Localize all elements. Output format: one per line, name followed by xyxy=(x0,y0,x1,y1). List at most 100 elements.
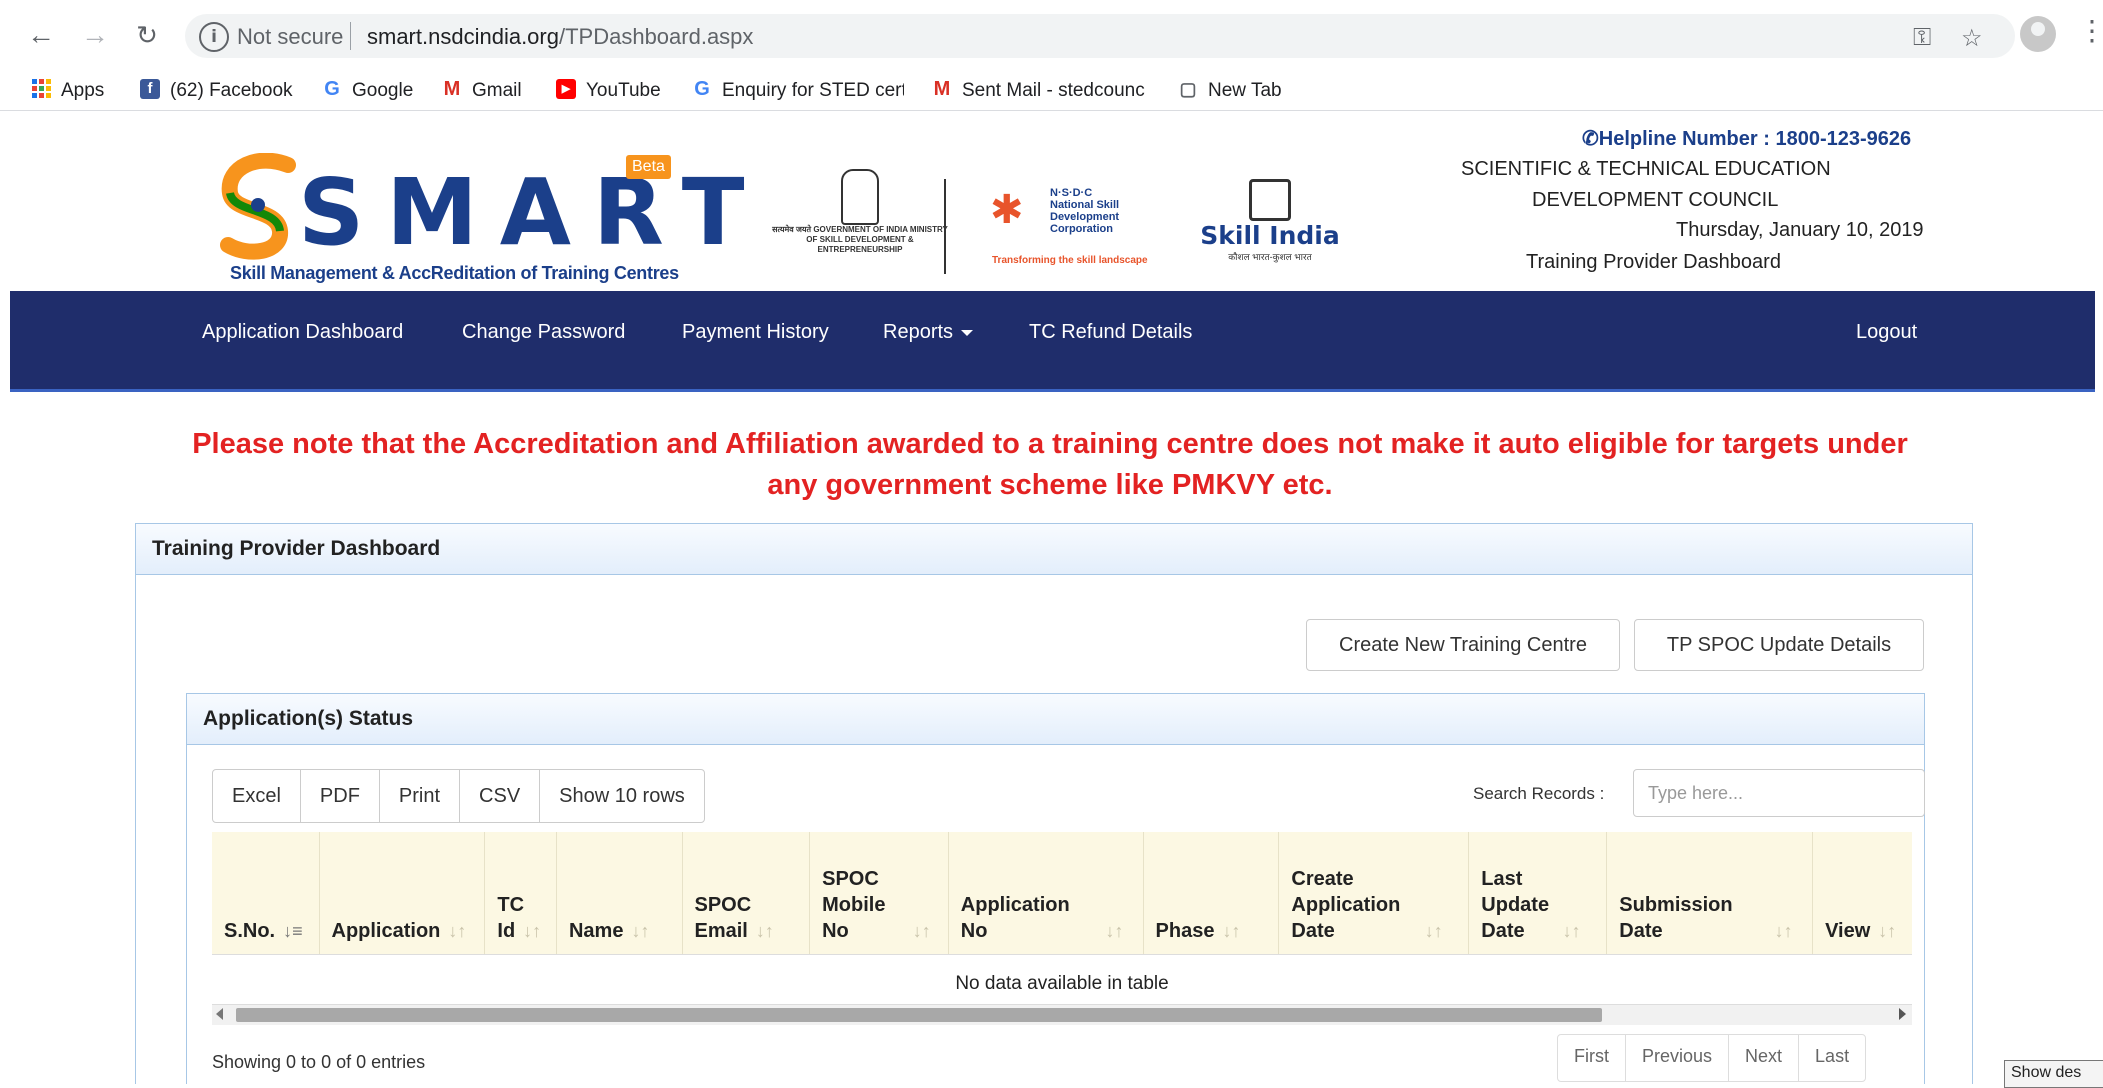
show-desktop-button[interactable]: Show des xyxy=(2004,1060,2103,1088)
bookmark-label: Apps xyxy=(61,80,105,101)
show-rows-button[interactable]: Show 10 rows xyxy=(540,770,704,822)
bookmark-enquiry[interactable]: G Enquiry for STED cert xyxy=(692,76,904,106)
nsdc-logo: ✱ N·S·D·C National Skill Development Corp… xyxy=(990,179,1170,274)
sort-icon: ↓↑ xyxy=(631,921,650,941)
omnibox-separator xyxy=(350,22,351,50)
export-button-group: Excel PDF Print CSV Show 10 rows xyxy=(212,769,705,823)
bookmark-new-tab[interactable]: ▢ New Tab xyxy=(1178,76,1281,106)
dashboard-label: Training Provider Dashboard xyxy=(1526,251,1781,273)
reload-icon[interactable]: ↻ xyxy=(130,18,164,52)
nav-payment-history[interactable]: Payment History xyxy=(682,321,829,344)
page-last-button[interactable]: Last xyxy=(1799,1035,1865,1081)
main-navbar: Application Dashboard Change Password Pa… xyxy=(10,291,2095,392)
nsdc-label: N·S·D·C National Skill Development Corpor… xyxy=(1050,187,1160,235)
sort-icon: ↓↑ xyxy=(448,921,467,941)
sort-icon: ↓↑ xyxy=(1222,921,1241,941)
star-icon[interactable]: ☆ xyxy=(1961,24,1983,53)
sort-icon: ↓↑ xyxy=(912,921,931,941)
page-first-button[interactable]: First xyxy=(1558,1035,1626,1081)
column-header-sno[interactable]: S.No. ↓≡ xyxy=(212,832,320,955)
google-icon: G xyxy=(694,77,710,100)
kebab-menu-icon[interactable]: ⋮ xyxy=(2078,14,2103,47)
back-arrow-icon[interactable]: ← xyxy=(24,18,58,52)
bookmark-google[interactable]: G Google xyxy=(322,76,413,106)
council-line1: SCIENTIFIC & TECHNICAL EDUCATION xyxy=(1461,158,1831,180)
column-header-tc-id[interactable]: TC Id ↓↑ xyxy=(484,832,557,955)
bookmark-sent-mail[interactable]: M Sent Mail - stedcounc xyxy=(932,76,1158,106)
smart-logo[interactable]: SMART Beta Skill Management & AccReditat… xyxy=(218,153,744,283)
tp-dashboard-panel: Training Provider Dashboard Create New T… xyxy=(135,523,1973,1084)
info-icon[interactable]: i xyxy=(199,22,229,52)
entries-info: Showing 0 to 0 of 0 entries xyxy=(212,1052,426,1072)
horizontal-scrollbar[interactable] xyxy=(212,1004,1912,1025)
page-icon: ▢ xyxy=(1179,78,1197,99)
helpline-number: Helpline Number : 1800-123-9626 xyxy=(1598,128,1912,150)
print-button[interactable]: Print xyxy=(380,770,461,822)
pdf-button[interactable]: PDF xyxy=(301,770,380,822)
forward-arrow-icon[interactable]: → xyxy=(78,18,112,52)
skill-india-subtext: कौशल भारत-कुशल भारत xyxy=(1228,252,1312,262)
nsdc-tagline: Transforming the skill landscape xyxy=(992,255,1148,266)
profile-avatar-icon[interactable] xyxy=(2020,16,2056,52)
scrollbar-thumb[interactable] xyxy=(236,1008,1602,1022)
search-input[interactable] xyxy=(1633,769,1925,817)
tp-spoc-update-button[interactable]: TP SPOC Update Details xyxy=(1634,619,1924,671)
scroll-left-icon[interactable] xyxy=(216,1008,223,1020)
url-text: smart.nsdcindia.org/TPDashboard.aspx xyxy=(367,24,753,50)
nav-change-password[interactable]: Change Password xyxy=(462,321,625,344)
youtube-icon: ▶ xyxy=(556,78,576,99)
sort-icon: ↓↑ xyxy=(1562,921,1581,941)
nav-reports-label: Reports xyxy=(883,321,954,343)
nav-tc-refund[interactable]: TC Refund Details xyxy=(1029,321,1192,344)
table-header-row: S.No. ↓≡ Application ↓↑ TC Id ↓↑ Name ↓↑ SPOC… xyxy=(212,832,1912,955)
nsdc-abbr: N·S·D·C xyxy=(1050,187,1093,199)
bookmark-gmail[interactable]: M Gmail xyxy=(442,76,522,106)
bookmark-facebook[interactable]: f (62) Facebook xyxy=(140,76,293,106)
site-header: SMART Beta Skill Management & AccReditat… xyxy=(0,111,2103,291)
csv-button[interactable]: CSV xyxy=(460,770,541,822)
column-header-submission-date[interactable]: Submission Date ↓↑ xyxy=(1606,832,1814,955)
smart-logo-letters: SMART xyxy=(298,159,767,266)
application-status-title: Application(s) Status xyxy=(187,694,1924,745)
page-previous-button[interactable]: Previous xyxy=(1626,1035,1730,1081)
bookmark-apps[interactable]: Apps xyxy=(32,76,104,106)
column-header-application[interactable]: Application ↓↑ xyxy=(319,832,486,955)
scroll-right-icon[interactable] xyxy=(1899,1008,1906,1020)
key-icon[interactable]: ⚿ xyxy=(1913,24,1931,52)
govt-emblem: सत्यमेव जयते GOVERNMENT OF INDIA MINISTR… xyxy=(770,169,950,279)
excel-button[interactable]: Excel xyxy=(213,770,301,822)
pagination: First Previous Next Last xyxy=(1557,1034,1867,1082)
column-header-create-date[interactable]: Create Application Date ↓↑ xyxy=(1278,832,1470,955)
gmail-icon: M xyxy=(933,77,951,100)
url-path: /TPDashboard.aspx xyxy=(558,24,754,49)
bookmark-label: YouTube xyxy=(586,80,661,101)
nav-logout[interactable]: Logout xyxy=(1856,321,1917,344)
nav-application-dashboard[interactable]: Application Dashboard xyxy=(202,321,403,344)
column-header-spoc-mobile[interactable]: SPOC Mobile No ↓↑ xyxy=(809,832,949,955)
column-header-view[interactable]: View ↓↑ xyxy=(1812,832,1912,955)
smart-tagline: Skill Management & AccReditation of Trai… xyxy=(230,263,679,283)
application-status-panel: Application(s) Status Excel PDF Print CS… xyxy=(186,693,1925,1084)
column-header-application-no[interactable]: Application No ↓↑ xyxy=(948,832,1144,955)
address-bar[interactable]: i Not secure smart.nsdcindia.org/TPDashb… xyxy=(185,14,2015,58)
sort-icon: ↓↑ xyxy=(755,921,774,941)
column-header-name[interactable]: Name ↓↑ xyxy=(556,832,683,955)
bookmark-youtube[interactable]: ▶ YouTube xyxy=(556,76,661,106)
smart-swirl-icon xyxy=(220,153,296,260)
skill-india-text: Skill India xyxy=(1200,221,1340,250)
bookmark-label: (62) Facebook xyxy=(170,80,293,101)
column-header-phase[interactable]: Phase ↓↑ xyxy=(1143,832,1280,955)
browser-toolbar: ← → ↻ i Not secure smart.nsdcindia.org/T… xyxy=(0,0,2103,72)
beta-badge: Beta xyxy=(626,155,671,179)
create-training-centre-button[interactable]: Create New Training Centre xyxy=(1306,619,1620,671)
google-icon: G xyxy=(324,77,340,100)
panel-title: Training Provider Dashboard xyxy=(136,524,1972,575)
page-next-button[interactable]: Next xyxy=(1729,1035,1800,1081)
logo-divider xyxy=(944,179,946,274)
nav-reports[interactable]: Reports xyxy=(883,321,974,344)
bookmark-label: Google xyxy=(352,80,414,101)
column-header-spoc-email[interactable]: SPOC Email ↓↑ xyxy=(682,832,811,955)
column-header-last-update[interactable]: Last Update Date ↓↑ xyxy=(1468,832,1608,955)
facebook-icon: f xyxy=(140,78,160,99)
url-domain: smart.nsdcindia.org xyxy=(367,24,559,49)
